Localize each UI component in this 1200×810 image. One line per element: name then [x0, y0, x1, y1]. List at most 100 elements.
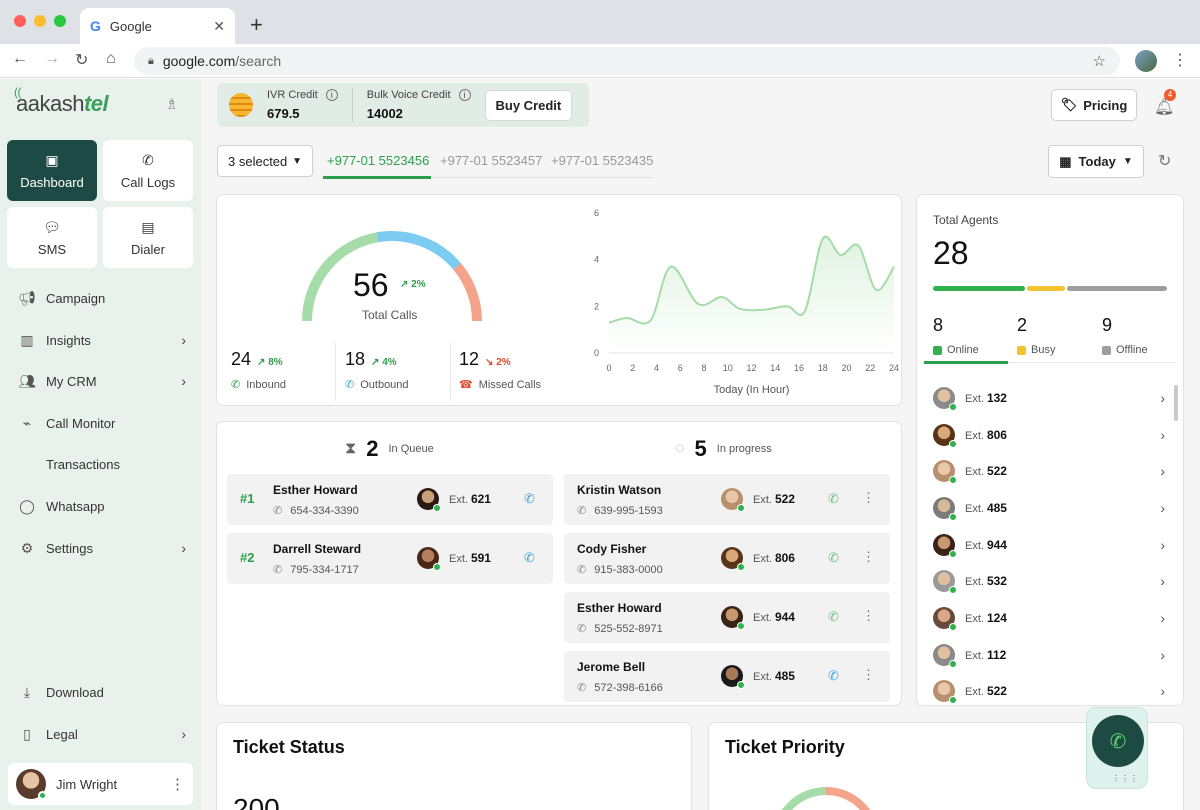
active-call-item[interactable]: Esther Howard ✆ 525-552-8971 Ext. 944 ✆ ⋮ [564, 592, 890, 643]
notifications-bell-icon[interactable]: 🔔︎ 4 [1154, 89, 1176, 117]
delta-value: 2% [496, 357, 511, 368]
call-forward-icon[interactable]: ✆ [828, 609, 839, 625]
tile-dialer[interactable]: ▤ Dialer [103, 207, 193, 268]
dial-call-button[interactable]: ✆ [1092, 715, 1144, 767]
more-vertical-icon[interactable]: ⋮ [170, 775, 185, 793]
online-status-dot [949, 476, 957, 484]
phone-number: 525-552-8971 [594, 623, 663, 635]
agent-row[interactable]: Ext. 944 › [933, 533, 1165, 558]
tab-number-2[interactable]: +977-01 5523457 [440, 153, 542, 168]
user-card[interactable]: Jim Wright ⋮ [8, 763, 193, 805]
refresh-icon[interactable]: ↻ [1158, 151, 1171, 171]
chevron-right-icon: › [181, 373, 186, 389]
more-vertical-icon[interactable]: ⋮ [862, 490, 875, 506]
pricing-button[interactable]: 🏷︎ Pricing [1051, 89, 1137, 121]
sidebar-item-call-monitor[interactable]: ⌁ Call Monitor [16, 411, 186, 435]
close-window-button[interactable] [14, 15, 26, 27]
sidebar-item-campaign[interactable]: 📢︎ Campaign [16, 286, 186, 310]
dialer-folder-icon: ▤ [141, 218, 155, 235]
tab-number-3[interactable]: +977-01 5523435 [551, 153, 653, 168]
sidebar-item-legal[interactable]: ▯ Legal › [16, 722, 186, 746]
more-vertical-icon[interactable]: ⋮ [862, 667, 875, 683]
agent-row[interactable]: Ext. 522 › [933, 679, 1165, 704]
ext-label: Ext. [965, 686, 984, 698]
call-forward-icon[interactable]: ✆ [828, 550, 839, 566]
sidebar: (( aakashtel ♗ ▣ Dashboard ✆ Call Logs 💬… [0, 79, 201, 810]
agent-row[interactable]: Ext. 485 › [933, 496, 1165, 521]
date-label: Today [1078, 154, 1116, 169]
info-icon[interactable]: i [325, 89, 338, 101]
sidebar-item-insights[interactable]: ▥ Insights › [16, 328, 186, 352]
buy-credit-button[interactable]: Buy Credit [484, 89, 573, 121]
browser-tab[interactable]: G Google ✕ [80, 8, 235, 44]
active-call-item[interactable]: Jerome Bell ✆ 572-398-6166 Ext. 485 ✆ ⋮ [564, 651, 890, 702]
busy-stat[interactable]: 2 Busy [1017, 315, 1055, 356]
agent-row[interactable]: Ext. 532 › [933, 569, 1165, 594]
agent-row[interactable]: Ext. 522 › [933, 459, 1165, 484]
sidebar-item-download[interactable]: ⤓ Download [16, 680, 186, 704]
sidebar-item-settings[interactable]: ⚙ Settings › [16, 536, 186, 560]
agent-row[interactable]: Ext. 132 › [933, 386, 1165, 411]
tab-number-1[interactable]: +977-01 5523456 [327, 153, 429, 168]
minimize-window-button[interactable] [34, 15, 46, 27]
active-call-item[interactable]: Kristin Watson ✆ 639-995-1593 Ext. 522 ✆ ⋮ [564, 474, 890, 525]
inbound-value: 24 [231, 349, 252, 369]
agent-list-scrollbar[interactable] [1174, 385, 1178, 421]
active-call-item[interactable]: Cody Fisher ✆ 915-383-0000 Ext. 806 ✆ ⋮ [564, 533, 890, 584]
forward-icon[interactable]: → [44, 50, 60, 68]
agent-row[interactable]: Ext. 124 › [933, 606, 1165, 631]
online-stat[interactable]: 8 Online [933, 315, 979, 356]
sidebar-item-whatsapp[interactable]: ◯ Whatsapp [16, 494, 186, 518]
maximize-window-button[interactable] [54, 15, 66, 27]
bookmark-star-icon[interactable]: ☆ [1093, 52, 1106, 70]
notification-badge: 4 [1164, 89, 1176, 101]
download-icon: ⤓ [23, 683, 31, 700]
queue-item[interactable]: #2 Darrell Steward ✆ 795-334-1717 Ext. 591… [227, 533, 553, 584]
browser-menu-icon[interactable]: ⋮ [1172, 50, 1188, 70]
home-icon[interactable]: ⌂ [106, 50, 116, 68]
phone-icon: ✆ [273, 505, 283, 517]
profile-avatar[interactable] [1135, 50, 1157, 72]
info-icon[interactable]: i [458, 89, 471, 101]
tile-sms[interactable]: 💬︎ SMS [7, 207, 97, 268]
online-status-dot [949, 623, 957, 631]
ext-number: 944 [986, 538, 1007, 552]
logo-text-accent: tel [83, 91, 109, 116]
chevron-right-icon: › [1160, 537, 1165, 553]
queue-item[interactable]: #1 Esther Howard ✆ 654-334-3390 Ext. 621 ✆ [227, 474, 553, 525]
agent-row[interactable]: Ext. 806 › [933, 423, 1165, 448]
broadcast-icon[interactable]: ♗ [165, 95, 178, 113]
outgoing-call-icon[interactable]: ✆ [524, 550, 535, 566]
tile-call-logs[interactable]: ✆ Call Logs [103, 140, 193, 201]
in-queue-label: In Queue [388, 443, 434, 455]
online-status-dot [737, 681, 745, 689]
ext-label: Ext. [965, 613, 984, 625]
avatar [721, 488, 745, 512]
chevron-right-icon: › [1160, 500, 1165, 516]
reload-icon[interactable]: ↻ [75, 50, 88, 70]
more-vertical-icon[interactable]: ⋮ [862, 608, 875, 624]
new-tab-button[interactable]: + [250, 12, 263, 38]
drag-handle-icon[interactable]: ⋮⋮⋮ [1112, 774, 1139, 783]
outgoing-call-icon[interactable]: ✆ [524, 491, 535, 507]
call-forward-icon[interactable]: ✆ [828, 491, 839, 507]
in-queue-header: ⧗ 2 In Queue [345, 436, 434, 462]
sidebar-item-my-crm[interactable]: 👥︎ My CRM › [16, 369, 186, 393]
incoming-call-icon[interactable]: ✆ [828, 668, 839, 684]
offline-stat[interactable]: 9 Offline [1102, 315, 1148, 356]
number-select-dropdown[interactable]: 3 selected ▼ [217, 145, 313, 177]
close-tab-icon[interactable]: ✕ [213, 18, 225, 35]
more-vertical-icon[interactable]: ⋮ [862, 549, 875, 565]
busy-count: 2 [1017, 315, 1028, 335]
in-progress-count: 5 [694, 436, 707, 461]
extension: Ext. 806 [753, 551, 795, 565]
date-range-dropdown[interactable]: ▦ Today ▼ [1048, 145, 1144, 178]
agent-row[interactable]: Ext. 112 › [933, 643, 1165, 668]
avatar [933, 680, 957, 704]
google-favicon-icon: G [90, 18, 101, 34]
sidebar-item-transactions[interactable]: Transactions [16, 452, 186, 476]
url-input[interactable]: 🔒︎ google.com/search ☆ [134, 47, 1120, 75]
back-icon[interactable]: ← [12, 50, 28, 68]
tile-dashboard[interactable]: ▣ Dashboard [7, 140, 97, 201]
x-tick-label: 14 [770, 363, 780, 373]
